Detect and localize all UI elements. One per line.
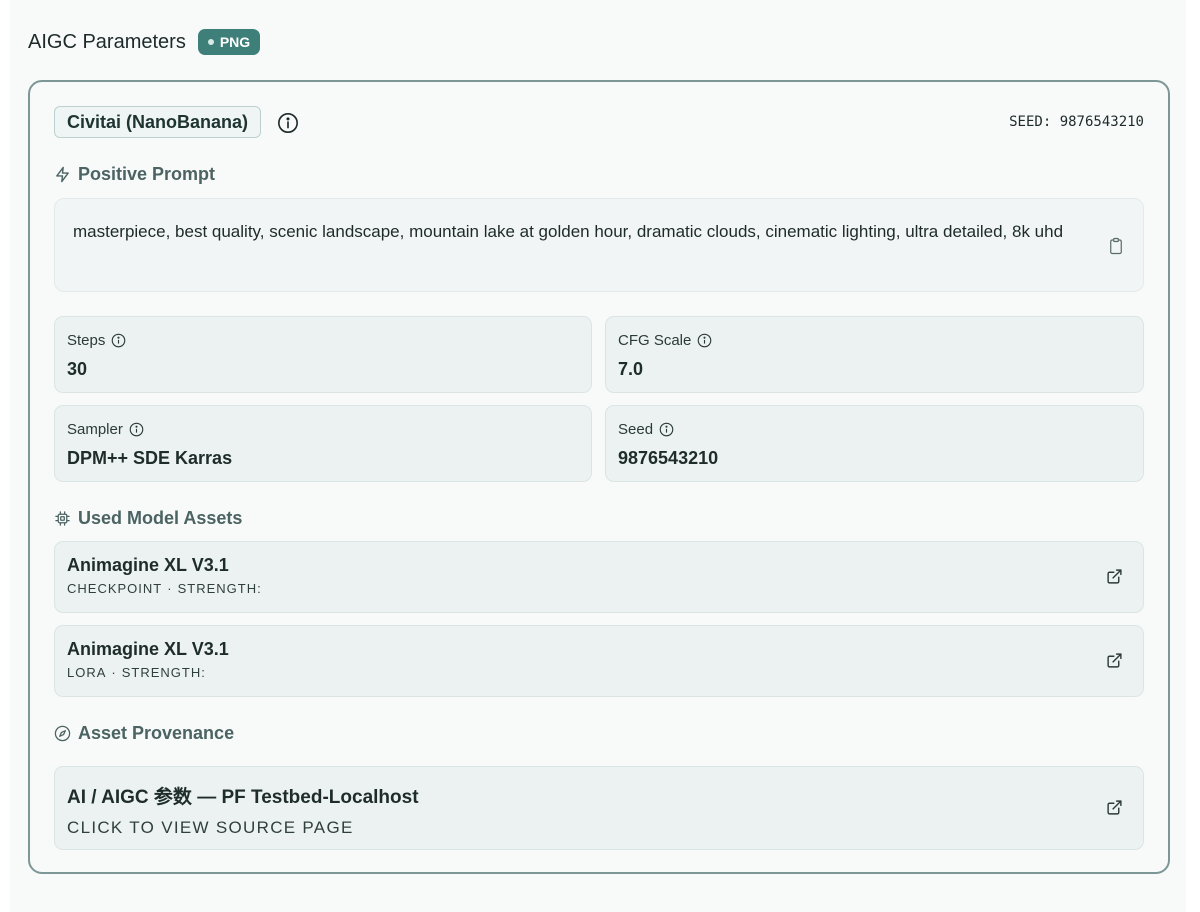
param-sampler-label: Sampler	[67, 420, 123, 438]
info-icon[interactable]	[697, 333, 712, 348]
seed-readout-value: 9876543210	[1059, 114, 1144, 130]
positive-prompt-text: masterpiece, best quality, scenic landsc…	[73, 222, 1064, 241]
format-badge: PNG	[197, 29, 261, 55]
info-icon[interactable]	[129, 422, 144, 437]
external-link-icon[interactable]	[1106, 799, 1123, 816]
asset-name: Animagine XL V3.1	[67, 555, 229, 575]
asset-meta: LORA · STRENGTH:	[67, 665, 1143, 680]
info-icon[interactable]	[111, 333, 126, 348]
asset-provenance-heading: Asset Provenance	[54, 721, 234, 745]
param-steps-label: Steps	[67, 331, 106, 349]
param-sampler-label-row: Sampler	[67, 420, 591, 438]
asset-meta-separator: ·	[167, 581, 173, 596]
positive-prompt-box: masterpiece, best quality, scenic landsc…	[54, 198, 1144, 292]
param-seed-label: Seed	[618, 420, 654, 438]
param-seed: Seed 9876543210	[605, 405, 1144, 482]
external-link-icon[interactable]	[1106, 568, 1123, 585]
asset-meta-separator: ·	[111, 665, 117, 680]
param-steps-label-row: Steps	[67, 331, 591, 349]
format-badge-label: PNG	[219, 34, 251, 50]
asset-type: CHECKPOINT	[67, 581, 163, 596]
seed-readout: SEED: 9876543210	[1009, 114, 1144, 130]
param-cfg-scale: CFG Scale 7.0	[605, 316, 1144, 393]
page: AIGC Parameters PNG Civitai (NanoBanana)…	[10, 0, 1186, 912]
source-label: Civitai (NanoBanana)	[67, 111, 249, 132]
param-steps-value: 30	[67, 359, 88, 379]
aigc-card: Civitai (NanoBanana) SEED: 9876543210 Po…	[28, 80, 1170, 874]
param-seed-label-row: Seed	[618, 420, 1143, 438]
chip-icon	[55, 510, 70, 526]
compass-icon	[54, 725, 71, 741]
source-pill[interactable]: Civitai (NanoBanana)	[54, 106, 262, 138]
panel-title: AIGC Parameters	[28, 30, 186, 53]
param-sampler: Sampler DPM++ SDE Karras	[54, 405, 592, 482]
used-model-assets-heading: Used Model Assets	[54, 506, 242, 530]
param-cfg-value: 7.0	[618, 359, 644, 379]
info-icon[interactable]	[659, 422, 674, 437]
param-steps: Steps 30	[54, 316, 592, 393]
external-link-icon[interactable]	[1106, 652, 1123, 669]
asset-item[interactable]: Animagine XL V3.1 CHECKPOINT · STRENGTH:	[54, 541, 1144, 613]
asset-strength-label: STRENGTH:	[121, 665, 206, 680]
asset-meta: CHECKPOINT · STRENGTH:	[67, 581, 1143, 596]
provenance-source-title: AI / AIGC 参数 — PF Testbed-Localhost	[67, 787, 419, 808]
positive-prompt-title: Positive Prompt	[78, 163, 216, 184]
provenance-cta: CLICK TO VIEW SOURCE PAGE	[67, 818, 354, 837]
badge-dot-icon	[207, 39, 214, 45]
asset-strength-label: STRENGTH:	[177, 581, 262, 596]
provenance-link[interactable]: AI / AIGC 参数 — PF Testbed-Localhost CLIC…	[54, 766, 1144, 850]
used-model-assets-title: Used Model Assets	[78, 507, 243, 528]
asset-item[interactable]: Animagine XL V3.1 LORA · STRENGTH:	[54, 625, 1144, 697]
positive-prompt-heading: Positive Prompt	[54, 162, 215, 186]
param-cfg-label-row: CFG Scale	[618, 331, 1143, 349]
seed-readout-label: SEED:	[1009, 114, 1052, 130]
asset-name: Animagine XL V3.1	[67, 639, 229, 659]
param-sampler-value: DPM++ SDE Karras	[67, 448, 233, 468]
info-icon[interactable]	[277, 112, 299, 134]
param-cfg-label: CFG Scale	[618, 331, 692, 349]
lightning-icon	[56, 166, 69, 182]
asset-provenance-title: Asset Provenance	[78, 722, 235, 743]
asset-type: LORA	[67, 665, 107, 680]
param-seed-value: 9876543210	[618, 448, 719, 468]
clipboard-icon[interactable]	[1107, 237, 1125, 255]
panel-header: AIGC Parameters PNG	[28, 28, 261, 56]
